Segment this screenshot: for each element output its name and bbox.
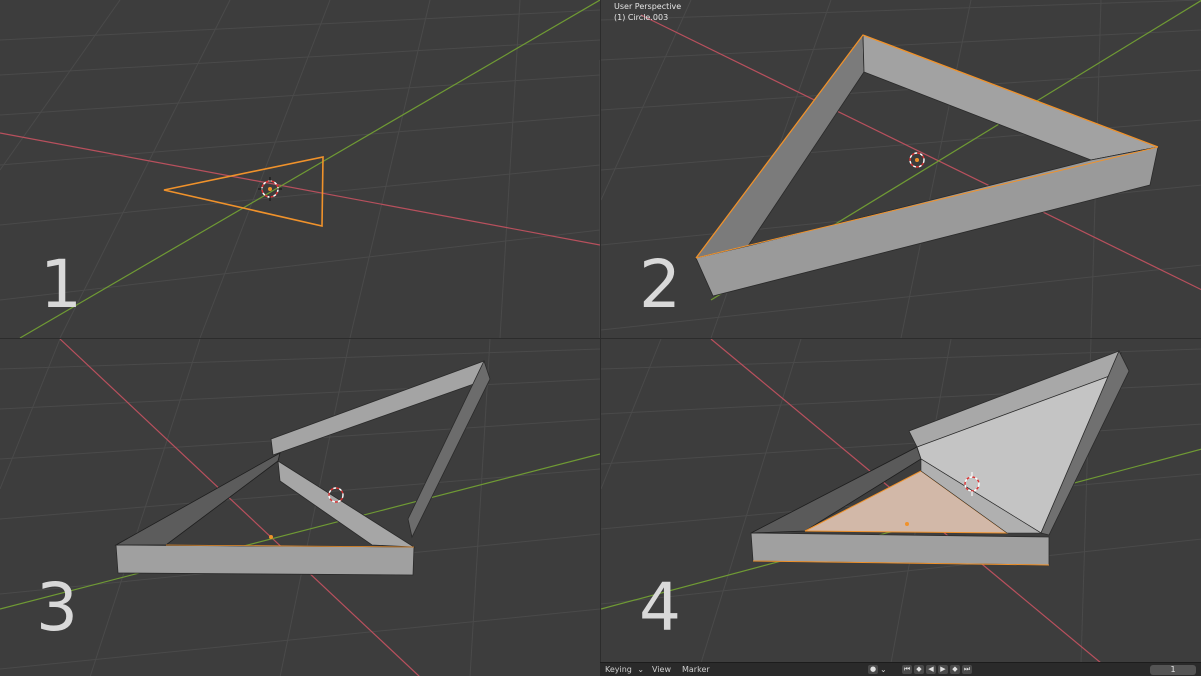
origin-dot-icon <box>269 535 273 539</box>
rotated-walls-mesh[interactable] <box>114 359 491 576</box>
filled-triangle-mesh[interactable] <box>750 350 1130 566</box>
x-axis-line <box>0 132 600 246</box>
viewport-panel-3[interactable]: 3 <box>0 338 600 676</box>
origin-dot-icon <box>268 187 272 191</box>
extruded-triangle-mesh[interactable] <box>695 33 1160 297</box>
active-object-label: (1) Circle.003 <box>614 13 669 22</box>
jump-end-icon[interactable]: ⏭ <box>962 665 972 674</box>
origin-dot-icon <box>905 522 909 526</box>
origin-dot-icon <box>915 158 919 162</box>
keying-menu[interactable]: Keying ⌄ <box>605 665 644 675</box>
viewport-panel-2[interactable]: User Perspective (1) Circle.003 2 <box>600 0 1201 338</box>
record-icon[interactable]: ● <box>868 665 878 674</box>
jump-start-icon[interactable]: ⏮ <box>902 665 912 674</box>
viewport-1-canvas[interactable] <box>0 0 600 338</box>
x-axis-line <box>59 339 420 676</box>
view-name-label: User Perspective <box>614 2 682 11</box>
marker-menu[interactable]: Marker <box>682 665 710 675</box>
viewport-panel-4[interactable]: 4 <box>600 338 1201 662</box>
viewport-4-canvas[interactable] <box>601 339 1201 662</box>
next-keyframe-icon[interactable]: ◆ <box>950 665 960 674</box>
viewport-panel-1[interactable]: 1 <box>0 0 600 338</box>
chevron-down-icon[interactable]: ⌄ <box>880 665 887 675</box>
timeline-header: Keying ⌄ View Marker ● ⌄ ⏮ ◆ ◀ ▶ ◆ ⏭ 1 <box>600 662 1201 676</box>
current-frame-field[interactable]: 1 <box>1150 665 1196 675</box>
grid-floor <box>0 0 600 338</box>
play-icon[interactable]: ▶ <box>938 665 948 674</box>
viewport-3-canvas[interactable] <box>0 339 600 676</box>
blender-window: 1 User Perspective (1) Circle.003 2 3 4 … <box>0 0 1201 676</box>
keying-label: Keying <box>605 665 632 674</box>
selected-triangle-outline[interactable] <box>163 156 324 227</box>
prev-keyframe-icon[interactable]: ◆ <box>914 665 924 674</box>
view-menu[interactable]: View <box>652 665 671 675</box>
viewport-2-canvas[interactable] <box>601 0 1201 338</box>
chevron-down-icon: ⌄ <box>637 665 645 674</box>
grid-floor <box>0 339 600 676</box>
play-reverse-icon[interactable]: ◀ <box>926 665 936 674</box>
